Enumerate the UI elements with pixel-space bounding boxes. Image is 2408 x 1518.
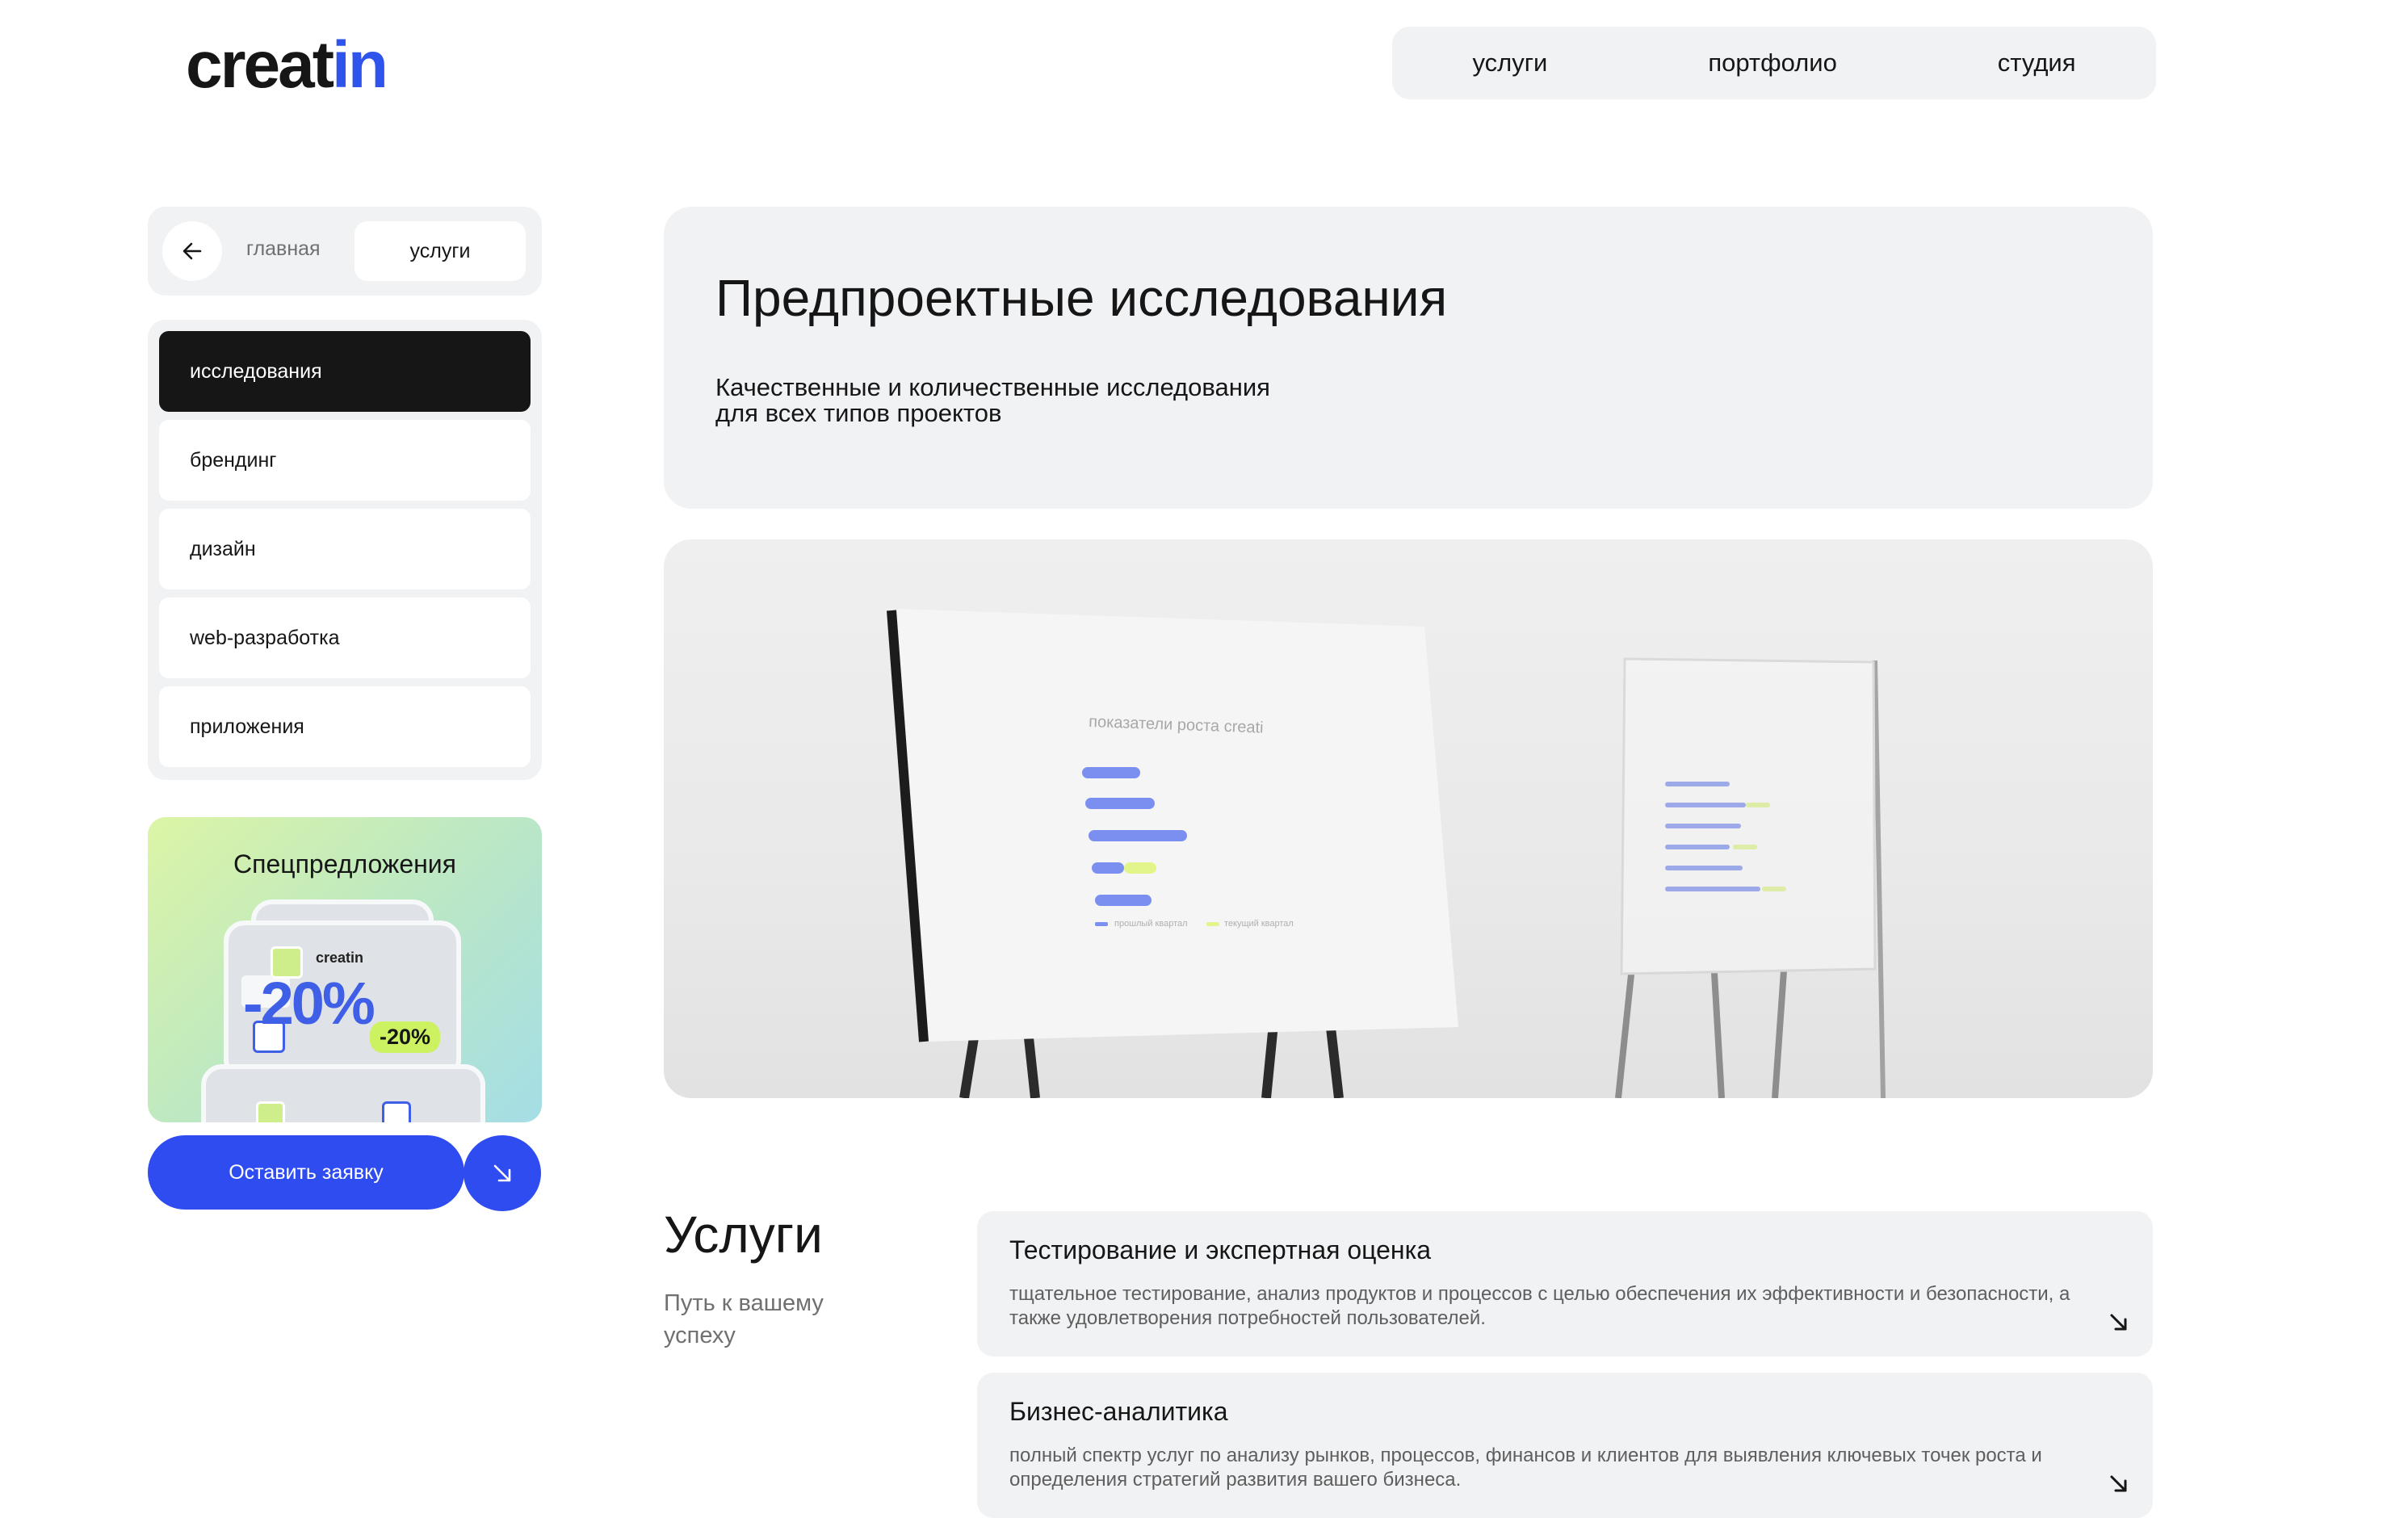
breadcrumb-home[interactable]: главная [246,237,321,261]
service-description: тщательное тестирование, анализ продукто… [1009,1283,2070,1329]
breadcrumb: главная услуги [148,207,542,296]
submit-request-button[interactable]: Оставить заявку [148,1135,464,1210]
sidebar-item-web-development[interactable]: web-разработка [159,598,531,678]
promo-banner[interactable]: Спецпредложения creatin -20% -20% [148,817,542,1122]
breadcrumb-current[interactable]: услуги [354,221,526,281]
sidebar-item-research[interactable]: исследования [159,331,531,412]
sidebar-item-design[interactable]: дизайн [159,509,531,589]
services-subheading: Путь к вашему успеху [664,1290,824,1348]
gift-box-icon [256,1101,285,1122]
gift-box-icon [382,1101,411,1122]
sidebar-item-apps[interactable]: приложения [159,686,531,767]
arrow-down-right-icon[interactable] [2108,1473,2130,1495]
promo-discount: -20% [243,970,375,1037]
sidebar-categories: исследования брендинг дизайн web-разрабо… [148,320,542,780]
service-card-testing[interactable]: Тестирование и экспертная оценка тщатель… [977,1211,2153,1357]
page-title: Предпроектные исследования [715,269,1448,327]
arrow-left-icon [182,242,202,260]
services-heading: Услуги [664,1206,823,1264]
legend-previous: прошлый квартал [1114,919,1188,929]
arrow-down-right-icon [493,1164,511,1182]
logo-text: creat [186,28,334,102]
nav-services[interactable]: услуги [1472,48,1547,78]
nav-portfolio[interactable]: портфолио [1708,48,1837,78]
promo-discount-chip: -20% [370,1021,441,1053]
logo[interactable]: creatin [186,32,388,99]
hero-image: показатели роста creati прошлый квартал … [664,539,2153,1098]
submit-request-arrow-button[interactable] [464,1135,541,1211]
service-title: Бизнес-аналитика [1009,1397,1228,1426]
service-title: Тестирование и экспертная оценка [1009,1235,1432,1264]
sidebar-item-branding[interactable]: брендинг [159,420,531,501]
promo-title: Спецпредложения [233,849,456,879]
service-card-business-analytics[interactable]: Бизнес-аналитика полный спектр услуг по … [977,1373,2153,1518]
logo-accent: in [332,28,388,102]
arrow-down-right-icon[interactable] [2108,1311,2130,1334]
hero-panel: Предпроектные исследования Качественные … [664,207,2153,509]
easel-illustration: показатели роста creati прошлый квартал … [887,609,1886,1098]
promo-brand: creatin [316,950,364,966]
back-button[interactable] [162,221,222,281]
top-navigation: услуги портфолио студия [1392,27,2156,99]
legend-current: текущий квартал [1224,919,1294,929]
nav-studio[interactable]: студия [1998,48,2076,78]
promo-card-bottom [201,1064,485,1122]
service-description: полный спектр услуг по анализу рынков, п… [1009,1445,2042,1491]
page-subtitle: Качественные и количественные исследован… [715,373,1270,427]
